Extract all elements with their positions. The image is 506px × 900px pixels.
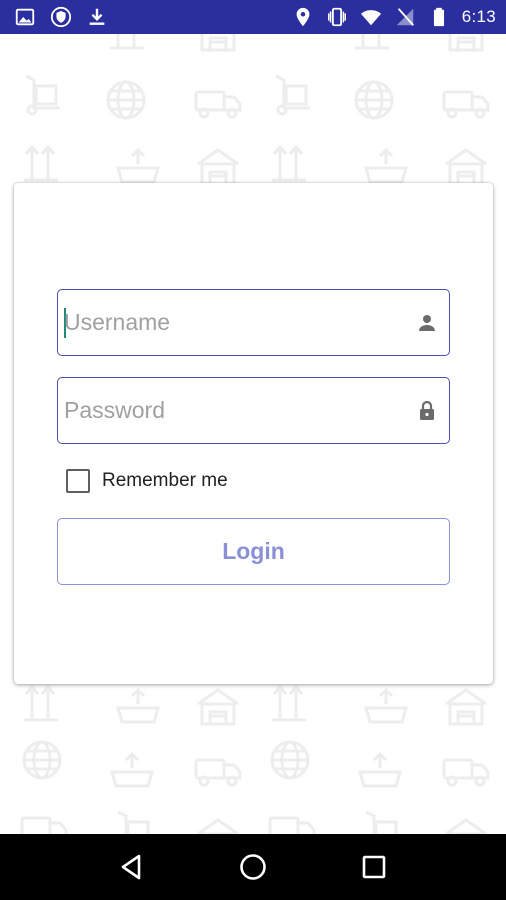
image-icon: [14, 6, 36, 28]
login-card: Remember me Login: [14, 183, 493, 684]
wifi-icon: [360, 6, 382, 28]
remember-me-checkbox[interactable]: [66, 469, 90, 493]
status-time: 6:13: [461, 7, 496, 26]
location-icon: [292, 6, 314, 28]
password-field[interactable]: [57, 377, 450, 444]
battery-icon: [428, 6, 450, 28]
login-button[interactable]: Login: [57, 518, 450, 585]
home-icon[interactable]: [238, 852, 268, 882]
shield-icon: [50, 6, 72, 28]
navigation-bar: [0, 834, 506, 900]
username-field[interactable]: [57, 289, 450, 356]
username-input[interactable]: [64, 290, 415, 355]
status-right-icons: 6:13: [292, 6, 496, 28]
vibrate-icon: [326, 6, 348, 28]
person-icon: [415, 311, 439, 335]
download-icon: [86, 6, 108, 28]
recents-icon[interactable]: [359, 852, 389, 882]
password-input[interactable]: [64, 378, 415, 443]
remember-me-row[interactable]: Remember me: [66, 469, 228, 493]
status-bar: 6:13: [0, 0, 506, 34]
lock-icon: [415, 399, 439, 423]
status-left-icons: [14, 6, 108, 28]
remember-me-label: Remember me: [102, 470, 228, 491]
back-icon[interactable]: [117, 852, 147, 882]
no-signal-icon: [394, 6, 416, 28]
